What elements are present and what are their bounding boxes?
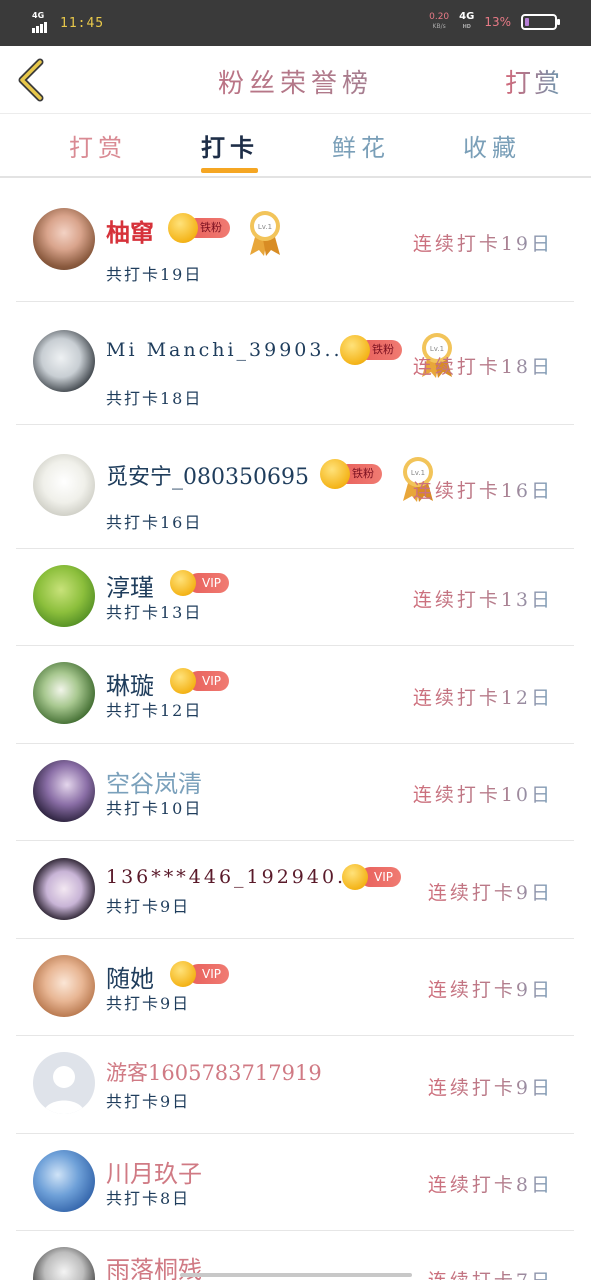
total-checkins: 共打卡10日 xyxy=(106,799,203,818)
streak-checkins: 连续打卡9日 xyxy=(428,1073,553,1100)
user-name[interactable]: 136***446_192940... xyxy=(106,866,364,888)
user-name[interactable]: 柚窜 xyxy=(106,213,154,248)
crown-icon xyxy=(170,570,196,596)
list-item[interactable]: 游客1605783717919 共打卡9日 连续打卡9日 xyxy=(0,1035,591,1134)
total-checkins: 共打卡16日 xyxy=(106,513,203,532)
network-type-indicator: 4G HD xyxy=(459,11,475,31)
avatar-forest-icon[interactable] xyxy=(33,565,95,627)
status-time: 11:45 xyxy=(60,15,105,31)
crown-icon xyxy=(342,864,368,890)
list-item[interactable]: 淳瑾 VIP 共打卡13日 连续打卡13日 xyxy=(0,548,591,646)
total-checkins: 共打卡13日 xyxy=(106,603,203,622)
tab-checkin[interactable]: 打卡 xyxy=(190,128,270,163)
avatar-swordsman-icon[interactable] xyxy=(33,330,95,392)
avatar-glasses-icon[interactable] xyxy=(33,955,95,1017)
crown-icon xyxy=(320,459,350,489)
list-item[interactable]: Mi Manchi_39903... 铁粉 Lv.1 共打卡18日 连续打卡18… xyxy=(0,301,591,425)
total-checkins: 共打卡9日 xyxy=(106,1092,191,1111)
tab-reward[interactable]: 打赏 xyxy=(58,128,138,163)
avatar-sky-icon[interactable] xyxy=(33,1150,95,1212)
total-checkins: 共打卡19日 xyxy=(106,265,203,284)
streak-checkins: 连续打卡18日 xyxy=(413,352,553,379)
streak-checkins: 连续打卡13日 xyxy=(413,585,553,612)
crown-icon xyxy=(340,335,370,365)
streak-checkins: 连续打卡16日 xyxy=(413,476,553,503)
svg-text:Lv.1: Lv.1 xyxy=(258,223,272,231)
streak-checkins: 连续打卡10日 xyxy=(413,780,553,807)
total-checkins: 共打卡8日 xyxy=(106,1189,191,1208)
status-bar: 4G 11:45 0.20 KB/s 4G HD 13% xyxy=(0,0,591,46)
streak-checkins: 连续打卡9日 xyxy=(428,975,553,1002)
streak-checkins: 连续打卡12日 xyxy=(413,683,553,710)
home-indicator[interactable] xyxy=(180,1273,412,1277)
level-medal-icon: Lv.1 xyxy=(250,211,280,256)
crown-icon xyxy=(170,961,196,987)
avatar-girl-icon[interactable] xyxy=(33,208,95,270)
avatar-default-icon[interactable] xyxy=(33,1052,95,1114)
user-name[interactable]: 觅安宁_080350695 xyxy=(106,459,309,491)
streak-checkins: 连续打卡19日 xyxy=(413,229,553,256)
streak-checkins: 连续打卡7日 xyxy=(428,1266,553,1280)
app-screen: 4G 11:45 0.20 KB/s 4G HD 13% 粉丝荣誉榜 打赏 打赏… xyxy=(0,0,591,1280)
network-speed: 0.20 KB/s xyxy=(429,12,450,31)
user-name[interactable]: 淳瑾 xyxy=(106,568,154,603)
avatar-rabbit-icon[interactable] xyxy=(33,454,95,516)
streak-checkins: 连续打卡9日 xyxy=(428,878,553,905)
avatar-sketch-icon[interactable] xyxy=(33,1247,95,1280)
reward-button[interactable]: 打赏 xyxy=(505,63,563,100)
cell-signal-icon: 4G xyxy=(32,11,52,33)
list-item[interactable]: 琳璇 VIP 共打卡12日 连续打卡12日 xyxy=(0,645,591,744)
list-item[interactable]: 川月玖子 共打卡8日 连续打卡8日 xyxy=(0,1133,591,1231)
tab-favorites[interactable]: 收藏 xyxy=(452,128,532,163)
tab-flowers[interactable]: 鲜花 xyxy=(321,128,401,163)
battery-percent: 13% xyxy=(484,15,511,29)
total-checkins: 共打卡9日 xyxy=(106,994,191,1013)
active-tab-indicator xyxy=(201,168,258,173)
list-item[interactable]: 随她 VIP 共打卡9日 连续打卡9日 xyxy=(0,938,591,1036)
avatar-man-icon[interactable] xyxy=(33,858,95,920)
list-item[interactable]: 觅安宁_080350695 铁粉 Lv.1 共打卡16日 连续打卡16日 xyxy=(0,424,591,549)
user-name[interactable]: 琳璇 xyxy=(106,666,154,701)
tab-bar: 打赏 打卡 鲜花 收藏 xyxy=(0,114,591,178)
streak-checkins: 连续打卡8日 xyxy=(428,1170,553,1197)
user-name[interactable]: Mi Manchi_39903... xyxy=(106,339,352,361)
user-name[interactable]: 游客1605783717919 xyxy=(106,1057,322,1087)
fan-ranking-list: 柚窜 铁粉 Lv.1 共打卡19日 连续打卡19日 Mi Manchi_3990… xyxy=(0,179,591,1280)
avatar-woman-icon[interactable] xyxy=(33,760,95,822)
person-silhouette-icon xyxy=(43,1066,85,1114)
page-title: 粉丝荣誉榜 xyxy=(0,63,591,100)
user-name[interactable]: 随她 xyxy=(106,959,154,994)
total-checkins: 共打卡18日 xyxy=(106,389,203,408)
list-item[interactable]: 柚窜 铁粉 Lv.1 共打卡19日 连续打卡19日 xyxy=(0,179,591,302)
crown-icon xyxy=(170,668,196,694)
crown-icon xyxy=(168,213,198,243)
list-item[interactable]: 136***446_192940... VIP 共打卡9日 连续打卡9日 xyxy=(0,840,591,939)
user-name[interactable]: 川月玖子 xyxy=(106,1154,202,1189)
total-checkins: 共打卡12日 xyxy=(106,701,203,720)
user-name[interactable]: 空谷岚清 xyxy=(106,764,202,799)
list-item[interactable]: 空谷岚清 共打卡10日 连续打卡10日 xyxy=(0,743,591,841)
title-bar: 粉丝荣誉榜 打赏 xyxy=(0,46,591,114)
avatar-flowers-icon[interactable] xyxy=(33,662,95,724)
total-checkins: 共打卡9日 xyxy=(106,897,191,916)
battery-icon xyxy=(521,14,560,30)
